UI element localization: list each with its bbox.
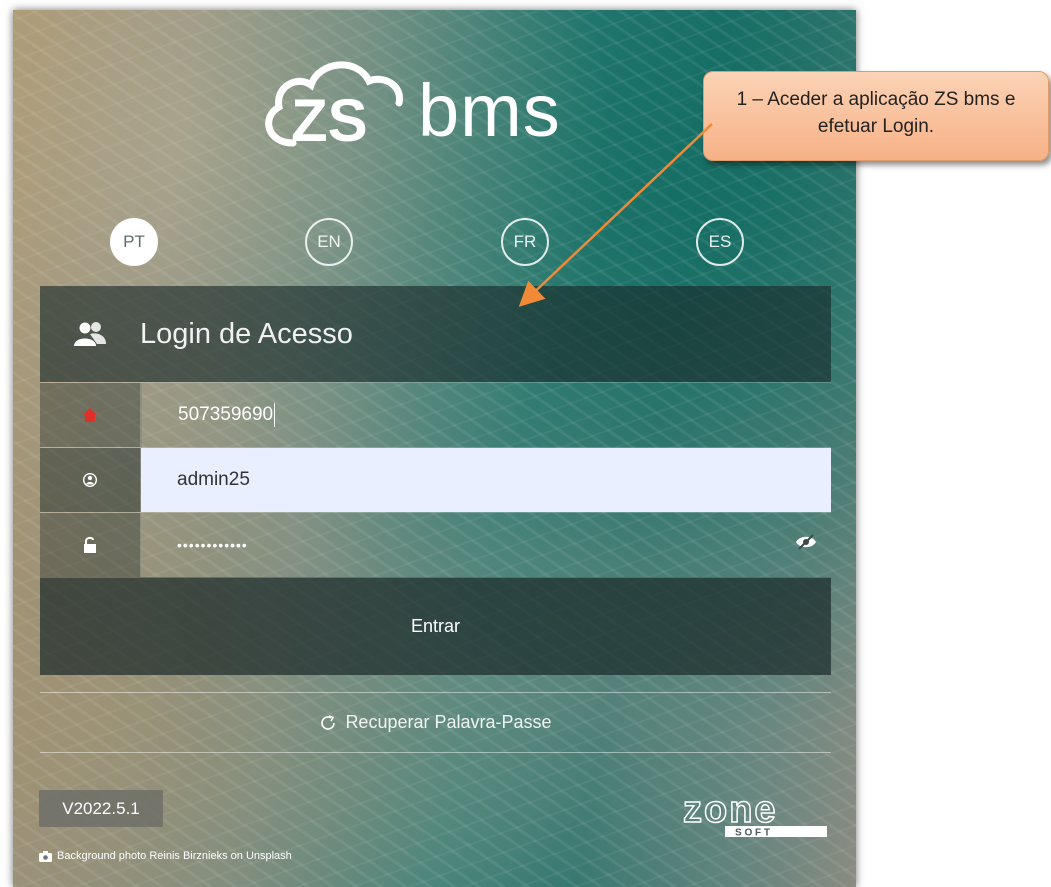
lang-en-button[interactable]: EN [305, 218, 353, 266]
brand-name: zone [683, 789, 778, 831]
login-title: Login de Acesso [140, 317, 353, 350]
password-row: •••••••••••• [40, 512, 831, 577]
recover-password-link[interactable]: Recuperar Palavra-Passe [40, 712, 831, 733]
company-row: 507359690 [40, 382, 831, 447]
password-input[interactable]: •••••••••••• [141, 513, 831, 577]
login-submit-button[interactable]: Entrar [40, 577, 831, 675]
lang-pt-button[interactable]: PT [110, 218, 158, 266]
users-icon [40, 321, 140, 347]
user-icon [40, 448, 141, 512]
cloud-logo-icon: ZS [265, 61, 403, 154]
photo-credit-text: Background photo Reinis Birznieks on Uns… [57, 850, 292, 862]
username-input-value: admin25 [177, 469, 250, 490]
zonesoft-logo: zone S O F T [677, 788, 829, 839]
divider [40, 692, 831, 693]
username-input[interactable]: admin25 [141, 448, 831, 512]
brand-sub: S O F T [735, 828, 770, 839]
lang-es-button[interactable]: ES [696, 218, 744, 266]
password-input-value: •••••••••••• [177, 537, 248, 553]
logo-mark: ZS [291, 87, 368, 154]
company-input-value: 507359690 [178, 404, 274, 425]
home-icon [40, 383, 141, 447]
recover-password-label: Recuperar Palavra-Passe [345, 712, 552, 732]
camera-icon [39, 850, 52, 862]
username-row: admin25 [40, 447, 831, 512]
text-caret [274, 403, 276, 427]
version-badge: V2022.5.1 [39, 790, 163, 827]
company-input[interactable]: 507359690 [141, 383, 831, 447]
lang-fr-button[interactable]: FR [501, 218, 549, 266]
eye-slash-icon[interactable] [795, 533, 817, 557]
logo-text: bms [418, 69, 561, 152]
zs-bms-logo: ZS bms [253, 55, 633, 155]
unlock-icon [40, 513, 141, 577]
login-form: Login de Acesso 507359690 admin25 ••••••… [40, 286, 831, 675]
refresh-icon [321, 714, 336, 730]
callout-annotation: 1 – Aceder a aplicação ZS bms e efetuar … [703, 71, 1049, 161]
divider [40, 752, 831, 753]
login-header: Login de Acesso [40, 286, 831, 382]
photo-credit[interactable]: Background photo Reinis Birznieks on Uns… [39, 850, 292, 862]
